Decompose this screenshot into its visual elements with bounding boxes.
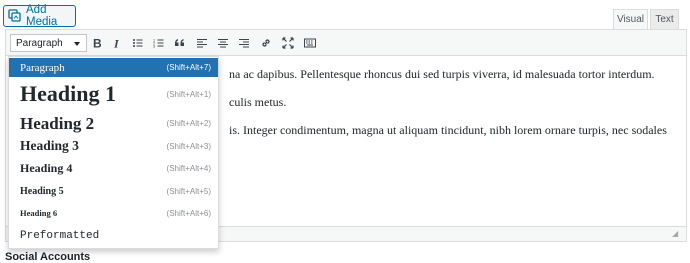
format-option-label: Heading 6 [20,208,58,218]
format-select-value: Paragraph [16,37,63,49]
format-option-heading-6[interactable]: Heading 6 (Shift+Alt+6) [9,203,218,223]
format-dropdown-menu: Paragraph (Shift+Alt+7) Heading 1 (Shift… [8,56,219,249]
align-center-button[interactable] [215,35,231,51]
format-option-heading-3[interactable]: Heading 3 (Shift+Alt+3) [9,136,218,156]
blockquote-icon [175,39,184,46]
format-select[interactable]: Paragraph [10,34,87,52]
format-option-label: Paragraph [20,61,65,74]
format-option-shortcut: (Shift+Alt+2) [166,119,211,128]
align-center-icon [218,39,228,48]
svg-text:3: 3 [153,45,155,49]
format-option-label: Heading 3 [20,138,79,153]
align-left-icon [197,39,207,48]
align-left-button[interactable] [194,35,210,51]
format-option-shortcut: (Shift+Alt+4) [166,163,211,173]
bold-button[interactable]: B [89,35,105,51]
format-option-preformatted[interactable]: Preformatted [9,226,218,246]
editor-toolbar: Paragraph B I 1 2 3 [6,30,686,56]
chevron-down-icon [74,42,80,46]
content-paragraph-1: na ac dapibus. Pellentesque rhoncus dui … [229,67,655,81]
format-option-shortcut: (Shift+Alt+7) [166,63,211,72]
tab-text[interactable]: Text [650,9,679,29]
resize-handle-icon[interactable]: ◢ [672,230,680,238]
bulleted-list-icon [133,39,143,47]
numbered-list-icon: 1 2 3 [153,39,164,49]
toolbar-toggle-icon [304,38,316,48]
toolbar-toggle-button[interactable] [302,35,318,51]
format-option-heading-2[interactable]: Heading 2 (Shift+Alt+2) [9,112,218,135]
content-paragraph-2: culis metus. [229,95,287,109]
bold-icon: B [93,37,102,49]
fullscreen-icon [282,37,294,49]
format-option-shortcut: (Shift+Alt+3) [166,141,211,151]
add-media-label: Add Media [26,4,58,28]
add-media-button[interactable]: Add Media [3,4,76,28]
format-option-shortcut: (Shift+Alt+5) [166,186,211,196]
format-option-shortcut: (Shift+Alt+1) [166,89,211,99]
link-button[interactable] [258,35,274,51]
format-option-label: Heading 4 [20,160,73,175]
tab-visual[interactable]: Visual [613,9,648,29]
bulleted-list-button[interactable] [130,35,146,51]
italic-button[interactable]: I [109,35,125,51]
format-option-heading-5[interactable]: Heading 5 (Shift+Alt+5) [9,181,218,201]
format-option-heading-1[interactable]: Heading 1 (Shift+Alt+1) [9,79,218,109]
format-option-label: Heading 5 [20,185,64,197]
svg-text:B: B [93,37,102,49]
format-option-heading-4[interactable]: Heading 4 (Shift+Alt+4) [9,158,218,178]
blockquote-button[interactable] [172,35,188,51]
format-option-label: Heading 2 [20,113,95,133]
italic-icon: I [113,37,120,49]
svg-text:I: I [113,37,120,49]
fullscreen-button[interactable] [280,35,296,51]
section-label: Social Accounts [5,251,91,263]
format-option-shortcut: (Shift+Alt+6) [166,208,211,218]
format-option-paragraph[interactable]: Paragraph (Shift+Alt+7) [9,58,218,77]
format-option-label: Heading 1 [20,81,116,106]
format-option-label: Preformatted [20,230,100,242]
numbered-list-button[interactable]: 1 2 3 [151,35,167,51]
content-paragraph-3: is. Integer condimentum, magna ut aliqua… [229,123,667,137]
link-icon [262,39,270,47]
align-right-icon [239,39,249,48]
align-right-button[interactable] [236,35,252,51]
add-media-icon [8,9,22,23]
